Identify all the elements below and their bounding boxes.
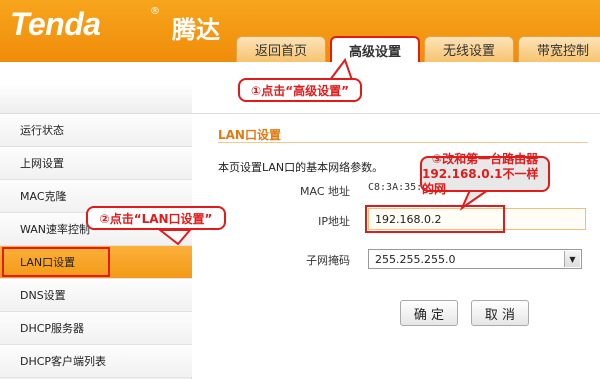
section-divider — [218, 142, 588, 143]
sidebar-item-internet[interactable]: 上网设置 — [0, 147, 192, 180]
lan-highlight-box — [2, 247, 110, 277]
top-nav-tabs: 返回首页 高级设置 无线设置 带宽控制 — [236, 36, 600, 62]
sidebar-item-dns[interactable]: DNS设置 — [0, 279, 192, 312]
main-panel — [194, 114, 600, 379]
brand-logo-cn: 腾达 — [172, 16, 220, 44]
annotation-step1: ①点击“高级设置” — [238, 78, 362, 102]
header-bar: Tenda ® 腾达 返回首页 高级设置 无线设置 带宽控制 — [0, 0, 600, 62]
mac-label: MAC 地址 — [300, 185, 350, 198]
chevron-down-icon[interactable]: ▼ — [564, 251, 580, 267]
tab-advanced-settings[interactable]: 高级设置 — [330, 36, 420, 62]
annotation-step3-line1: ③改和第一台路由器 — [431, 151, 539, 166]
brand-logo: Tenda — [10, 6, 101, 42]
section-title: LAN口设置 — [218, 128, 281, 142]
registered-mark: ® — [150, 6, 160, 17]
sidebar: 运行状态 上网设置 MAC克隆 WAN速率控制 LAN口设置 DNS设置 DHC… — [0, 84, 192, 379]
ip-highlight-box — [365, 205, 505, 233]
ip-label: IP地址 — [318, 215, 350, 228]
sidebar-item-dhcp-server[interactable]: DHCP服务器 — [0, 312, 192, 345]
subnet-mask-label: 子网掩码 — [306, 254, 350, 267]
tab-home[interactable]: 返回首页 — [236, 36, 326, 62]
tab-bandwidth-control[interactable]: 带宽控制 — [518, 36, 600, 62]
confirm-button[interactable]: 确 定 — [400, 300, 458, 326]
section-description: 本页设置LAN口的基本网络参数。 — [218, 161, 384, 174]
annotation-step3: ③改和第一台路由器 192.168.0.1不一样的网 — [420, 152, 550, 196]
annotation-step2: ②点击“LAN口设置” — [86, 206, 226, 230]
cancel-button[interactable]: 取 消 — [471, 300, 529, 326]
sidebar-item-dhcp-clients[interactable]: DHCP客户端列表 — [0, 345, 192, 378]
annotation-step3-line2: 192.168.0.1不一样的网 — [422, 166, 539, 196]
sidebar-top-spacer — [0, 84, 192, 114]
tab-wireless-settings[interactable]: 无线设置 — [424, 36, 514, 62]
subnet-mask-select[interactable]: 255.255.255.0 ▼ — [368, 249, 582, 269]
subnet-mask-value: 255.255.255.0 — [375, 252, 456, 266]
sidebar-item-status[interactable]: 运行状态 — [0, 114, 192, 147]
